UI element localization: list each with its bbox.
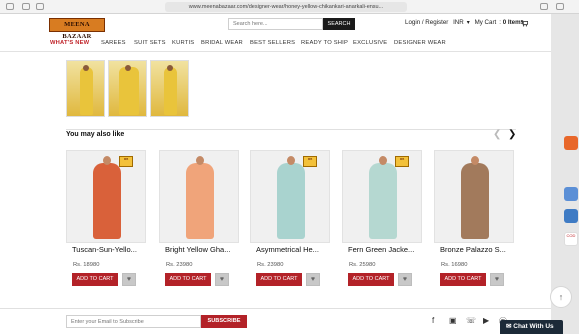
- share-icon[interactable]: [540, 3, 548, 10]
- newsletter-email-input[interactable]: [66, 315, 201, 328]
- heart-icon[interactable]: ♥: [306, 273, 320, 286]
- product-card: MB Asymmetrical He... Rs. 23980 ADD TO C…: [250, 150, 330, 299]
- product-card: Bright Yellow Gha... Rs. 23980 ADD TO CA…: [159, 150, 239, 299]
- nav-kurtis[interactable]: KURTIS: [172, 40, 194, 46]
- product-image[interactable]: [159, 150, 239, 243]
- product-price: Rs. 23980: [166, 262, 193, 268]
- heart-icon[interactable]: ♥: [122, 273, 136, 286]
- product-price: Rs. 23980: [257, 262, 284, 268]
- forward-icon[interactable]: [36, 3, 44, 10]
- divider: [66, 129, 516, 130]
- website: MEENA BAZAAR SEARCH Login / Register INR…: [0, 14, 551, 334]
- heart-icon[interactable]: ♥: [490, 273, 504, 286]
- sidebar-toggle-icon[interactable]: [6, 3, 14, 10]
- product-price: Rs. 18980: [73, 262, 100, 268]
- chat-widget[interactable]: ✉ Chat With Us: [500, 320, 563, 334]
- product-name[interactable]: Bronze Palazzo S...: [440, 245, 506, 254]
- product-price: Rs. 16980: [441, 262, 468, 268]
- site-header: MEENA BAZAAR SEARCH Login / Register INR…: [0, 14, 551, 40]
- product-name[interactable]: Fern Green Jacke...: [348, 245, 414, 254]
- subscribe-button[interactable]: SUBSCRIBE: [201, 315, 247, 328]
- heart-fab-icon[interactable]: [564, 136, 578, 150]
- section-title: You may also like: [66, 131, 125, 138]
- currency-select[interactable]: INR ▾: [453, 19, 470, 26]
- header-links: Login / Register INR ▾ My Cart: 0 Items: [405, 19, 527, 26]
- add-to-cart-button[interactable]: ADD TO CART: [348, 273, 394, 286]
- bag-fab-icon[interactable]: [564, 187, 578, 201]
- gallery-thumbnail[interactable]: [108, 60, 147, 117]
- main-nav: WHAT'S NEW SAREES SUIT SETS KURTIS BRIDA…: [0, 36, 551, 52]
- back-icon[interactable]: [22, 3, 30, 10]
- chat-label: Chat With Us: [513, 323, 554, 330]
- scroll-top-icon[interactable]: ↑: [550, 286, 572, 308]
- add-to-cart-button[interactable]: ADD TO CART: [165, 273, 211, 286]
- browser-chrome: www.meenabazaar.com/designer-wear/honey-…: [0, 0, 579, 14]
- nav-bridal-wear[interactable]: BRIDAL WEAR: [201, 40, 243, 46]
- chevron-left-icon[interactable]: ❮: [493, 130, 501, 140]
- product-price: Rs. 25980: [349, 262, 376, 268]
- cart-icon[interactable]: [520, 19, 528, 27]
- brand-badge-icon: MB: [119, 156, 133, 167]
- add-to-cart-button[interactable]: ADD TO CART: [440, 273, 486, 286]
- product-name[interactable]: Asymmetrical He...: [256, 245, 319, 254]
- address-bar[interactable]: www.meenabazaar.com/designer-wear/honey-…: [165, 2, 407, 12]
- nav-best-sellers[interactable]: BEST SELLERS: [250, 40, 295, 46]
- search-input[interactable]: [228, 18, 323, 30]
- nav-sarees[interactable]: SAREES: [101, 40, 126, 46]
- product-name[interactable]: Tuscan-Sun-Yello...: [72, 245, 137, 254]
- product-image[interactable]: MB: [342, 150, 422, 243]
- product-card: Bronze Palazzo S... Rs. 16980 ADD TO CAR…: [434, 150, 514, 299]
- nav-whats-new[interactable]: WHAT'S NEW: [50, 40, 89, 46]
- footer-divider: [0, 308, 551, 309]
- product-image[interactable]: MB: [66, 150, 146, 243]
- gallery-thumbnail[interactable]: [150, 60, 189, 117]
- nav-suit-sets[interactable]: SUIT SETS: [134, 40, 166, 46]
- heart-icon[interactable]: ♥: [398, 273, 412, 286]
- chevron-right-icon[interactable]: ❯: [508, 130, 516, 140]
- whatsapp-icon[interactable]: ☏: [466, 316, 476, 325]
- site-logo[interactable]: MEENA BAZAAR: [49, 18, 105, 40]
- product-name[interactable]: Bright Yellow Gha...: [165, 245, 230, 254]
- product-card: MB Fern Green Jacke... Rs. 25980 ADD TO …: [342, 150, 422, 299]
- add-to-cart-button[interactable]: ADD TO CART: [256, 273, 302, 286]
- nav-designer-wear[interactable]: DESIGNER WEAR: [394, 40, 446, 46]
- tabs-icon[interactable]: [556, 3, 564, 10]
- product-image[interactable]: MB: [250, 150, 330, 243]
- brand-badge-icon: MB: [303, 156, 317, 167]
- cash-on-delivery-icon[interactable]: COD: [564, 232, 578, 246]
- user-fab-icon[interactable]: [564, 209, 578, 223]
- nav-exclusive[interactable]: EXCLUSIVE: [353, 40, 387, 46]
- login-link[interactable]: Login / Register: [405, 19, 448, 26]
- search-button[interactable]: SEARCH: [323, 18, 355, 30]
- product-card: MB Tuscan-Sun-Yello... Rs. 18980 ADD TO …: [66, 150, 146, 299]
- facebook-icon[interactable]: f: [432, 316, 434, 325]
- add-to-cart-button[interactable]: ADD TO CART: [72, 273, 118, 286]
- cart-link[interactable]: My Cart: 0 Items: [475, 19, 524, 26]
- heart-icon[interactable]: ♥: [215, 273, 229, 286]
- nav-ready-to-ship[interactable]: READY TO SHIP: [301, 40, 348, 46]
- brand-badge-icon: MB: [395, 156, 409, 167]
- instagram-icon[interactable]: ▣: [449, 316, 457, 325]
- youtube-icon[interactable]: ▶: [483, 316, 489, 325]
- gallery-thumbnail[interactable]: [66, 60, 105, 117]
- product-image[interactable]: [434, 150, 514, 243]
